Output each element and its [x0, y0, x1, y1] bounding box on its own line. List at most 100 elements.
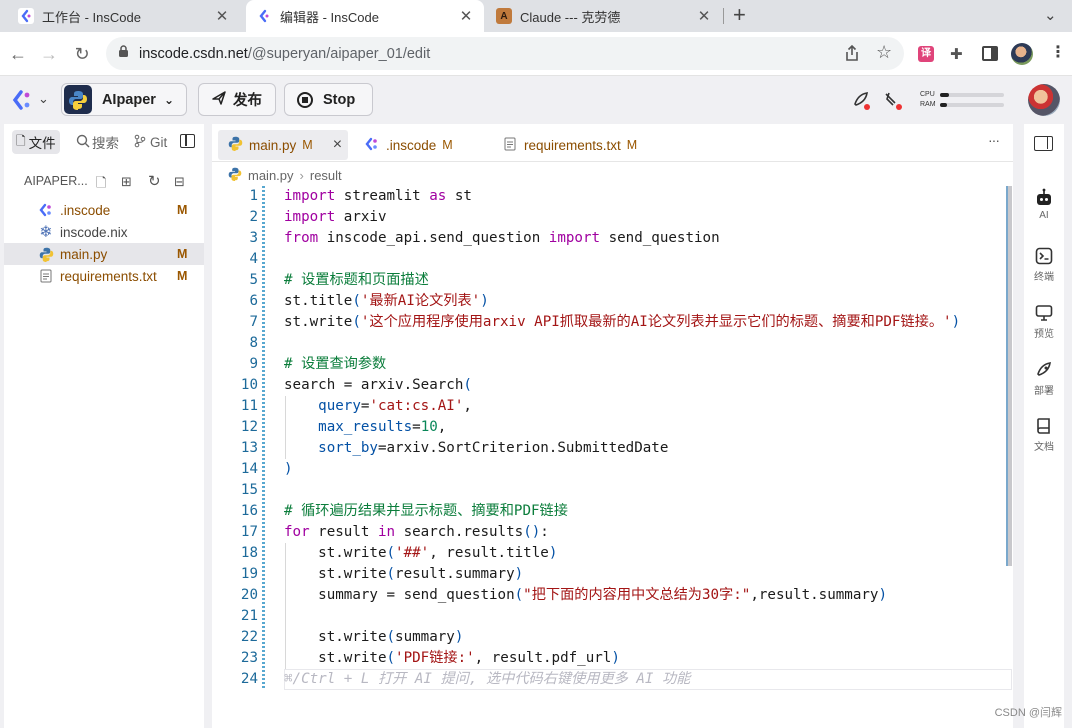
toggle-panel-icon[interactable] [180, 134, 195, 148]
more-actions-icon[interactable]: ··· [988, 132, 1000, 148]
code-line[interactable]: 10 search = arxiv.Search( [212, 375, 1013, 396]
code-line[interactable]: 13 sort_by=arxiv.SortCriterion.Submitted… [212, 438, 1013, 459]
browser-tab-editor[interactable]: 编辑器 - InsCode ✕ [246, 0, 484, 32]
code-line[interactable]: 19 st.write(result.summary) [212, 564, 1013, 585]
file-item-inscode-nix[interactable]: ❄ inscode.nix [4, 221, 204, 243]
code-line[interactable]: 21 [212, 606, 1013, 627]
file-item-requirements[interactable]: requirements.txt M [4, 265, 204, 287]
code-line[interactable]: 5 # 设置标题和页面描述 [212, 270, 1013, 291]
code-line[interactable]: 7 st.write('这个应用程序使用arxiv API抓取最新的AI论文列表并… [212, 312, 1013, 333]
close-tab-icon[interactable]: ✕ [696, 7, 712, 25]
code-line[interactable]: 1 import streamlit as st [212, 186, 1013, 207]
send-plane-icon [211, 90, 227, 110]
toggle-right-panel-icon[interactable] [1034, 136, 1053, 151]
code-text: st.write(result.summary) [284, 566, 524, 582]
side-panel-icon[interactable] [982, 46, 998, 61]
debug-status-icon[interactable] [883, 90, 903, 113]
inscode-logo-icon[interactable] [12, 90, 34, 113]
file-item-inscode[interactable]: .inscode M [4, 199, 204, 221]
reload-icon[interactable]: ↻ [70, 42, 94, 66]
inscode-icon [256, 8, 272, 24]
ram-usage-bar [940, 103, 1004, 107]
refresh-icon[interactable]: ↻ [148, 172, 161, 190]
python-icon [228, 136, 243, 154]
bookmark-star-icon[interactable]: ☆ [876, 42, 892, 63]
tab-git[interactable]: Git [130, 130, 171, 154]
ram-label: RAM [920, 101, 936, 108]
share-icon[interactable] [844, 44, 860, 66]
code-line[interactable]: 15 [212, 480, 1013, 501]
logo-menu-chevron-icon[interactable]: ⌄ [38, 91, 49, 107]
nix-icon: ❄ [39, 224, 53, 241]
back-arrow-icon[interactable]: ← [6, 42, 30, 66]
code-line[interactable]: 20 summary = send_question("把下面的内容用中文总结为… [212, 585, 1013, 606]
code-line[interactable]: 16 # 循环遍历结果并显示标题、摘要和PDF链接 [212, 501, 1013, 522]
project-selector[interactable]: AIpaper ⌄ [61, 83, 187, 116]
close-icon[interactable]: × [333, 136, 342, 154]
code-line[interactable]: 9 # 设置查询参数 [212, 354, 1013, 375]
editor-tab-main-py[interactable]: main.py M × [218, 130, 348, 160]
code-text: sort_by=arxiv.SortCriterion.SubmittedDat… [318, 440, 669, 456]
code-line[interactable]: 24 ⌘/Ctrl + L 打开 AI 提问, 选中代码右键使用更多 AI 功能 [212, 669, 1013, 690]
code-line[interactable]: 17 for result in search.results(): [212, 522, 1013, 543]
profile-avatar[interactable] [1011, 43, 1033, 65]
close-tab-icon[interactable]: ✕ [458, 7, 474, 25]
editor-tab-requirements[interactable]: requirements.txt M [504, 130, 637, 160]
code-line[interactable]: 8 [212, 333, 1013, 354]
sidebar-item-docs[interactable]: 文档 [1024, 416, 1064, 453]
line-number: 16 [240, 503, 258, 519]
browser-tab-bar: 工作台 - InsCode ✕ 编辑器 - InsCode ✕ A Claude… [0, 0, 1072, 32]
code-text: # 循环遍历结果并显示标题、摘要和PDF链接 [284, 503, 568, 519]
code-line[interactable]: 4 [212, 249, 1013, 270]
sidebar-item-terminal[interactable]: 终端 [1024, 246, 1064, 283]
code-line[interactable]: 23 st.write('PDF链接:', result.pdf_url) [212, 648, 1013, 669]
new-tab-button[interactable]: + [733, 4, 755, 28]
file-item-main-py[interactable]: main.py M [4, 243, 204, 265]
tab-list-chevron-icon[interactable]: ⌄ [1044, 6, 1057, 24]
translate-extension-icon[interactable]: 译 [918, 46, 934, 62]
browser-tab-claude[interactable]: A Claude --- 克劳德 ✕ [486, 0, 722, 32]
code-line[interactable]: 2 import arxiv [212, 207, 1013, 228]
editor-tab-inscode[interactable]: .inscode M [364, 130, 453, 160]
sidebar-item-ai[interactable]: AI [1024, 188, 1064, 221]
editor-scrollbar[interactable] [1006, 186, 1012, 566]
line-number: 6 [249, 293, 258, 309]
code-line[interactable]: 11 query='cat:cs.AI', [212, 396, 1013, 417]
sidebar-item-label: 部署 [1034, 386, 1054, 397]
code-line[interactable]: 12 max_results=10, [212, 417, 1013, 438]
close-tab-icon[interactable]: ✕ [214, 7, 230, 25]
new-file-icon[interactable]: 🗋 [96, 174, 106, 196]
sidebar-item-preview[interactable]: 预览 [1024, 303, 1064, 340]
code-line[interactable]: 14) [212, 459, 1013, 480]
new-folder-icon[interactable]: ⊞ [121, 174, 132, 190]
tab-search[interactable]: 搜索 [72, 130, 123, 154]
file-name: inscode.nix [60, 224, 128, 240]
address-bar[interactable]: inscode.csdn.net/@superyan/aipaper_01/ed… [106, 37, 904, 70]
forward-arrow-icon[interactable]: → [37, 42, 61, 66]
code-line[interactable]: 22 st.write(summary) [212, 627, 1013, 648]
stop-icon [297, 91, 313, 108]
file-name: requirements.txt [60, 268, 157, 284]
rocket-status-icon[interactable] [851, 90, 871, 113]
browser-toolbar: ← → ↻ inscode.csdn.net/@superyan/aipaper… [0, 32, 1072, 76]
breadcrumb-file[interactable]: main.py [248, 168, 294, 183]
python-logo-icon [64, 85, 92, 114]
stop-label: Stop [323, 91, 356, 108]
line-number: 13 [240, 440, 258, 456]
code-line[interactable]: 3 from inscode_api.send_question import s… [212, 228, 1013, 249]
browser-menu-icon[interactable]: ⋮ [1050, 42, 1066, 62]
stop-button[interactable]: Stop [284, 83, 373, 116]
code-text: from inscode_api.send_question import se… [284, 230, 720, 246]
tab-files[interactable]: 🗋 文件 [12, 130, 60, 154]
extensions-puzzle-icon[interactable]: ✚ [950, 45, 963, 63]
sidebar-item-deploy[interactable]: 部署 [1024, 360, 1064, 397]
code-line[interactable]: 6 st.title('最新AI论文列表') [212, 291, 1013, 312]
tab-search-label: 搜索 [92, 136, 119, 151]
browser-tab-workbench[interactable]: 工作台 - InsCode ✕ [8, 0, 240, 32]
collapse-all-icon[interactable]: ⊟ [174, 174, 185, 190]
file-status-badge: M [177, 203, 188, 217]
code-line[interactable]: 18 st.write('##', result.title) [212, 543, 1013, 564]
publish-button[interactable]: 发布 [198, 83, 276, 116]
breadcrumb-symbol[interactable]: result [310, 168, 342, 183]
user-avatar[interactable] [1028, 84, 1060, 116]
